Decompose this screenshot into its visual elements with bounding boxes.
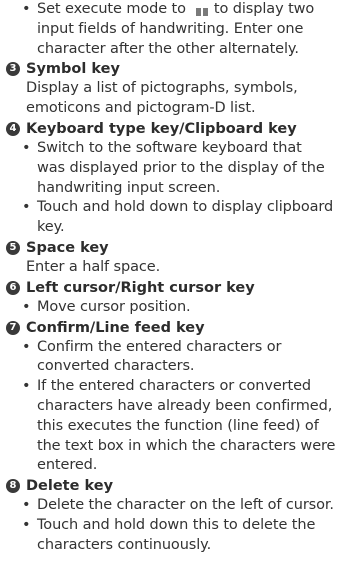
bullet-text: Switch to the software keyboard that bbox=[37, 139, 302, 156]
bullet-line: key. bbox=[37, 219, 65, 236]
bullet-line: • Touch and hold down this to delete the bbox=[4, 516, 355, 536]
bullet-text: If the entered characters or converted bbox=[37, 378, 312, 395]
section-title: 3 Symbol key bbox=[4, 59, 355, 79]
section-title: 5 Space key bbox=[4, 238, 355, 258]
section-title: 6 Left cursor/Right cursor key bbox=[4, 278, 355, 298]
section-delete-key: 8 Delete key • Delete the character on t… bbox=[4, 476, 355, 555]
number-badge-6: 6 bbox=[6, 280, 20, 295]
section-text-line: emoticons and pictogram-D list. bbox=[26, 100, 256, 117]
bullet-line: • Switch to the software keyboard that bbox=[4, 139, 355, 159]
intro-text-after-icon: to display two bbox=[213, 1, 315, 17]
bullet-dot: • bbox=[22, 378, 31, 395]
intro-bullet-line-1: • Set execute mode to to display two bbox=[4, 0, 355, 20]
bullet-line: converted characters. bbox=[37, 358, 195, 375]
intro-text-before-icon: Set execute mode to bbox=[37, 1, 186, 17]
section-title: 4 Keyboard type key/Clipboard key bbox=[4, 119, 355, 139]
bullet-text: Confirm the entered characters or bbox=[37, 338, 282, 355]
section-title: 7 Confirm/Line feed key bbox=[4, 318, 355, 338]
bullet-line: the text box in which the characters wer… bbox=[37, 437, 336, 454]
intro-bullet-line-2: input fields of handwriting. Enter one bbox=[37, 20, 304, 37]
section-title-text: Space key bbox=[26, 239, 109, 256]
manual-page: • Set execute mode to to display two inpu… bbox=[0, 0, 361, 566]
section-text-line: Enter a half space. bbox=[26, 258, 161, 275]
section-title-text: Left cursor/Right cursor key bbox=[26, 279, 255, 296]
section-space-key: 5 Space key Enter a half space. bbox=[4, 238, 355, 278]
bullet-dot: • bbox=[22, 199, 31, 216]
bullet-line: was displayed prior to the display of th… bbox=[37, 159, 325, 176]
section-title-text: Confirm/Line feed key bbox=[26, 319, 205, 336]
section-symbol-key: 3 Symbol key Display a list of pictograp… bbox=[4, 59, 355, 119]
bullet-line: handwriting input screen. bbox=[37, 179, 221, 196]
number-badge-7: 7 bbox=[6, 320, 20, 335]
bullet-dot: • bbox=[22, 139, 31, 156]
bullet-dot: • bbox=[22, 516, 31, 533]
bullet-line: • If the entered characters or converted bbox=[4, 377, 355, 397]
bullet-line: • Move cursor position. bbox=[4, 298, 355, 318]
bullet-line: characters have already been confirmed, bbox=[37, 397, 333, 414]
intro-bullet-line-3: character after the other alternately. bbox=[37, 40, 299, 57]
bullet-line: entered. bbox=[37, 457, 98, 474]
bullet-text: Touch and hold down to display clipboard bbox=[37, 199, 334, 216]
bullet-dot: • bbox=[22, 298, 31, 315]
section-title: 8 Delete key bbox=[4, 476, 355, 496]
section-title-text: Symbol key bbox=[26, 61, 120, 78]
bullet-dot: • bbox=[22, 497, 31, 514]
section-title-text: Delete key bbox=[26, 478, 114, 495]
section-title-text: Keyboard type key/Clipboard key bbox=[26, 120, 297, 137]
bullet-text: Touch and hold down this to delete the bbox=[37, 516, 316, 533]
bullet-line: • Confirm the entered characters or bbox=[4, 338, 355, 358]
bullet-line: characters continuously. bbox=[37, 536, 212, 553]
bullet-dot: • bbox=[22, 338, 31, 355]
bullet-text: Delete the character on the left of curs… bbox=[37, 497, 334, 514]
bullet-dot: • bbox=[22, 1, 31, 17]
bullet-line: • Delete the character on the left of cu… bbox=[4, 496, 355, 516]
dual-input-mode-icon bbox=[195, 3, 210, 16]
number-badge-8: 8 bbox=[6, 479, 20, 494]
intro-block: • Set execute mode to to display two inpu… bbox=[4, 0, 355, 59]
number-badge-4: 4 bbox=[6, 121, 20, 136]
section-confirm-key: 7 Confirm/Line feed key • Confirm the en… bbox=[4, 318, 355, 477]
section-cursor-key: 6 Left cursor/Right cursor key • Move cu… bbox=[4, 278, 355, 318]
number-badge-5: 5 bbox=[6, 240, 20, 255]
bullet-line: • Touch and hold down to display clipboa… bbox=[4, 198, 355, 218]
bullet-line: this executes the function (line feed) o… bbox=[37, 417, 319, 434]
section-text-line: Display a list of pictographs, symbols, bbox=[26, 80, 298, 97]
section-keyboard-type-key: 4 Keyboard type key/Clipboard key • Swit… bbox=[4, 119, 355, 238]
number-badge-3: 3 bbox=[6, 62, 20, 77]
bullet-text: Move cursor position. bbox=[37, 298, 191, 315]
